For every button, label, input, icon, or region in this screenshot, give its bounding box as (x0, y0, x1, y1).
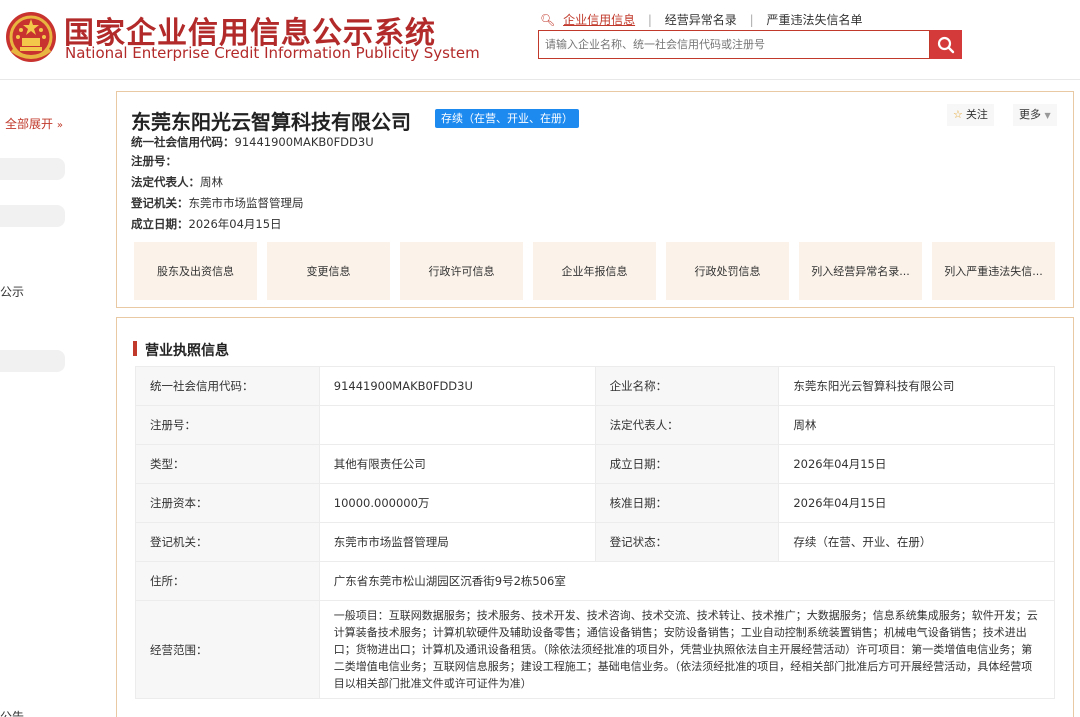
field-value: 东莞市市场监督管理局 (318, 522, 596, 562)
field-value: 东莞东阳光云智算科技有限公司 (778, 366, 1055, 406)
site-header: 国家企业信用信息公示系统 National Enterprise Credit … (0, 0, 1080, 80)
site-subtitle: National Enterprise Credit Information P… (65, 44, 480, 62)
field-value: 2026年04月15日 (778, 483, 1055, 523)
national-emblem-icon (6, 12, 56, 62)
field-label: 登记机关： (135, 522, 320, 562)
field-label: 经营范围： (135, 600, 320, 699)
field-label: 企业名称： (594, 366, 780, 406)
field-label: 统一社会信用代码： (135, 366, 320, 406)
field-value: 周林 (778, 405, 1055, 445)
tab-changes[interactable]: 变更信息 (267, 242, 390, 300)
field-label: 注册资本： (135, 483, 320, 523)
nav-serious-violation-list[interactable]: 严重违法失信名单 (767, 11, 863, 28)
expand-all-toggle[interactable]: 全部展开 » (5, 115, 63, 132)
field-label: 登记状态： (594, 522, 780, 562)
sidebar-item-label[interactable]: 公示 (0, 283, 24, 300)
expand-all-label: 全部展开 (5, 117, 54, 131)
info-legal-rep: 法定代表人：周林 (131, 175, 223, 189)
table-row: 类型： 其他有限责任公司 成立日期： 2026年04月15日 (135, 444, 1055, 484)
more-button[interactable]: 更多 ▼ (1013, 104, 1057, 126)
search-bar (538, 30, 962, 59)
info-tabs: 股东及出资信息 变更信息 行政许可信息 企业年报信息 行政处罚信息 列入经营异常… (134, 242, 1057, 300)
business-scope-value: 一般项目：互联网数据服务；技术服务、技术开发、技术咨询、技术交流、技术转让、技术… (318, 600, 1056, 699)
table-row: 统一社会信用代码： 91441900MAKB0FDD3U 企业名称： 东莞东阳光… (135, 366, 1055, 406)
business-license-card: 营业执照信息 统一社会信用代码： 91441900MAKB0FDD3U 企业名称… (116, 317, 1074, 717)
nav-separator: | (749, 13, 754, 27)
search-button[interactable] (930, 30, 962, 59)
table-row: 注册号： 法定代表人： 周林 (135, 405, 1055, 445)
info-credit-code: 统一社会信用代码：91441900MAKB0FDD3U (131, 135, 374, 149)
address-value: 广东省东莞市松山湖园区沉香街9号2栋506室 (318, 561, 1056, 601)
field-value: 其他有限责任公司 (318, 444, 596, 484)
table-row: 经营范围： 一般项目：互联网数据服务；技术服务、技术开发、技术咨询、技术交流、技… (135, 600, 1056, 699)
sidebar-item[interactable] (0, 350, 65, 372)
tab-abnormal-list[interactable]: 列入经营异常名录... (799, 242, 922, 300)
top-nav: 🔍︎ 企业信用信息 | 经营异常名录 | 严重违法失信名单 (540, 11, 863, 28)
field-value: 2026年04月15日 (778, 444, 1055, 484)
double-chevron-down-icon: » (56, 120, 63, 131)
star-icon: ☆ (953, 108, 963, 121)
field-label: 类型： (135, 444, 320, 484)
nav-enterprise-credit[interactable]: 企业信用信息 (563, 11, 635, 28)
tab-shareholders[interactable]: 股东及出资信息 (134, 242, 257, 300)
sidebar-item-label[interactable]: 公告 (0, 708, 24, 717)
field-label: 法定代表人： (594, 405, 780, 445)
field-label: 核准日期： (594, 483, 780, 523)
field-value: 10000.000000万 (318, 483, 596, 523)
field-label: 注册号： (135, 405, 320, 445)
company-summary-card: 东莞东阳光云智算科技有限公司 存续（在营、开业、在册） ☆ 关注 更多 ▼ 统一社… (116, 91, 1074, 308)
sidebar-item[interactable] (0, 158, 65, 180)
left-sidebar: 全部展开 » 公示 公告 (0, 80, 110, 717)
search-small-icon: 🔍︎ (540, 13, 556, 27)
tab-admin-penalty[interactable]: 行政处罚信息 (666, 242, 789, 300)
status-badge: 存续（在营、开业、在册） (435, 109, 579, 128)
field-label: 成立日期： (594, 444, 780, 484)
company-name: 东莞东阳光云智算科技有限公司 (131, 110, 411, 134)
sidebar-item[interactable] (0, 205, 65, 227)
field-value: 91441900MAKB0FDD3U (318, 366, 596, 406)
more-label: 更多 (1019, 108, 1041, 121)
field-label: 住所： (135, 561, 320, 601)
follow-label: 关注 (965, 108, 988, 121)
tab-annual-report[interactable]: 企业年报信息 (533, 242, 656, 300)
info-reg-authority: 登记机关：东莞市市场监督管理局 (131, 196, 304, 210)
info-reg-number: 注册号： (131, 154, 177, 168)
nav-separator: | (647, 13, 652, 27)
license-table: 统一社会信用代码： 91441900MAKB0FDD3U 企业名称： 东莞东阳光… (135, 366, 1056, 699)
table-row: 住所： 广东省东莞市松山湖园区沉香街9号2栋506室 (135, 561, 1056, 601)
field-value (318, 405, 596, 445)
search-input[interactable] (538, 30, 930, 59)
follow-button[interactable]: ☆ 关注 (947, 104, 994, 126)
caret-down-icon: ▼ (1044, 111, 1051, 120)
table-row: 登记机关： 东莞市市场监督管理局 登记状态： 存续（在营、开业、在册） (135, 522, 1055, 562)
table-row: 注册资本： 10000.000000万 核准日期： 2026年04月15日 (135, 483, 1055, 523)
nav-abnormal-list[interactable]: 经营异常名录 (665, 11, 737, 28)
tab-serious-violation[interactable]: 列入严重违法失信... (932, 242, 1055, 300)
search-icon (937, 36, 955, 53)
field-value: 存续（在营、开业、在册） (778, 522, 1055, 562)
tab-admin-license[interactable]: 行政许可信息 (400, 242, 523, 300)
info-founded-date: 成立日期：2026年04月15日 (131, 217, 282, 231)
section-title: 营业执照信息 (133, 340, 229, 360)
